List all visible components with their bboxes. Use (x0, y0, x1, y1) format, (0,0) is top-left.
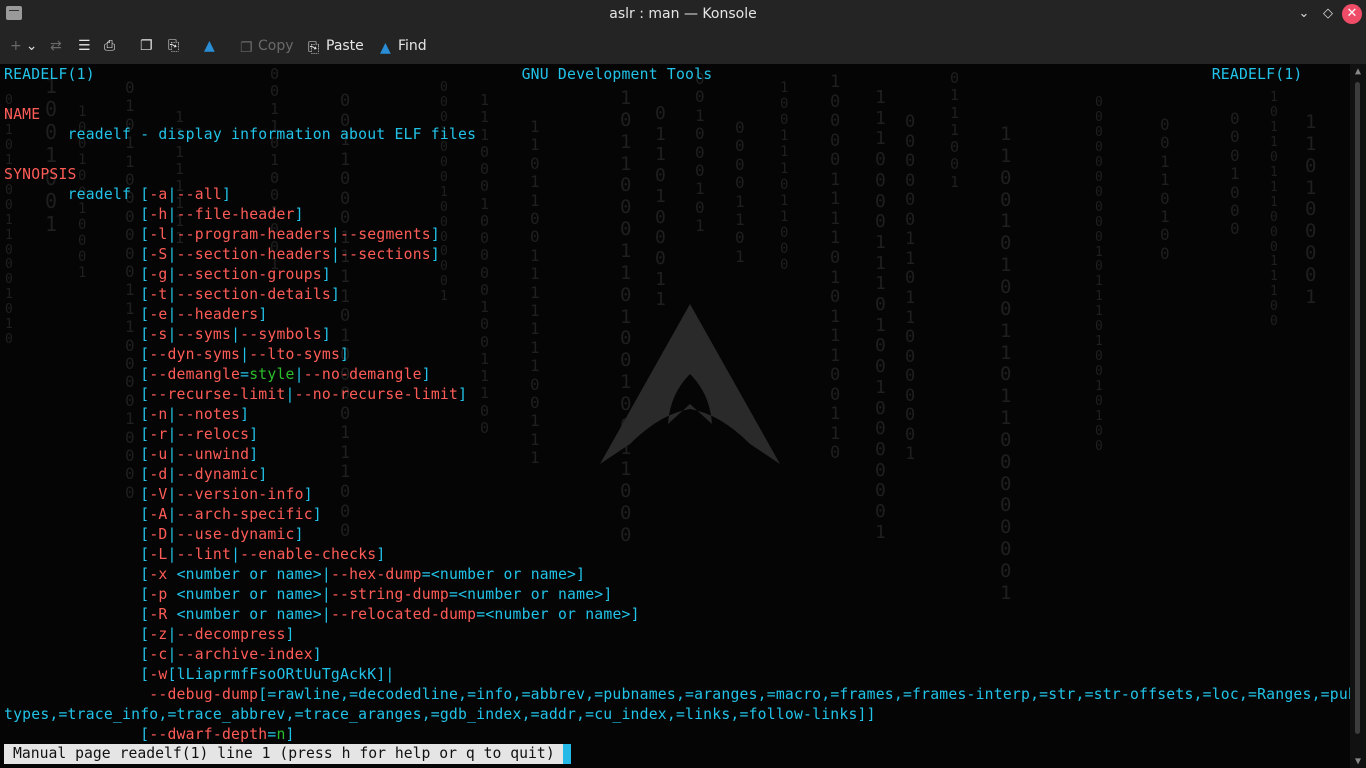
man-page-content: READELF(1) GNU Development Tools READELF… (4, 65, 1350, 745)
command-name: readelf (67, 186, 132, 203)
chevron-down-icon: ⌄ (25, 38, 38, 54)
name-heading: NAME (4, 106, 41, 123)
window-title: aslr : man — Konsole (609, 6, 757, 22)
man-header: READELF(1) GNU Development Tools READELF… (4, 65, 1350, 85)
synopsis-line: [-l|--program-headers|--segments] (140, 226, 440, 243)
synopsis-line: [-S|--section-headers|--sections] (140, 246, 440, 263)
synopsis-line: [-p <number or name>|--string-dump=<numb… (140, 586, 613, 603)
header-left: READELF(1) (4, 66, 95, 83)
synopsis-line: [-x <number or name>|--hex-dump=<number … (140, 566, 586, 583)
terminal-view[interactable]: 0010110011000101010010011001001000101011… (0, 64, 1350, 768)
find-icon: ▲ (380, 40, 391, 56)
synopsis-line: [-s|--syms|--symbols] (140, 326, 331, 343)
clipboard-icon[interactable]: ⎘ (168, 36, 179, 56)
find-button[interactable]: ▲ Find (380, 36, 427, 56)
find-label: Find (398, 38, 427, 54)
copy-button[interactable]: ❐ Copy (240, 36, 294, 56)
scrollbar-thumb[interactable] (1355, 82, 1360, 734)
synopsis-line: [--demangle=style|--no-demangle] (140, 366, 431, 383)
scroll-down-icon[interactable]: ▼ (1353, 756, 1363, 767)
header-center: GNU Development Tools (521, 66, 713, 83)
title-bar: aslr : man — Konsole ⌄ ◇ ✕ (0, 0, 1366, 28)
arch-logo-icon[interactable]: ▲ (204, 36, 215, 56)
scroll-up-icon[interactable]: ▲ (1353, 66, 1363, 77)
toolbar: + ⌄ ⇄ ☰ ⎙ ❐ ⎘ ▲ ❐ Copy ⎘ Paste ▲ Find (0, 28, 1366, 64)
split-view-icon[interactable]: ⇄ (50, 36, 62, 56)
synopsis-line: [-e|--headers] (140, 306, 268, 323)
synopsis-line: [--dwarf-depth=n] (140, 726, 295, 743)
close-icon[interactable]: ✕ (1342, 4, 1362, 24)
synopsis-line: [-g|--section-groups] (140, 266, 331, 283)
copy-label: Copy (258, 38, 294, 54)
synopsis-line: --debug-dump[=rawline,=decodedline,=info… (149, 686, 1350, 703)
pager-status-bar: Manual page readelf(1) line 1 (press h f… (4, 744, 571, 764)
synopsis-line: [-t|--section-details] (140, 286, 341, 303)
synopsis-line: types,=trace_info,=trace_abbrev,=trace_a… (4, 706, 876, 723)
synopsis-line: [-D|--use-dynamic] (140, 526, 304, 543)
synopsis-line: [-n|--notes] (140, 406, 250, 423)
synopsis-line: [-d|--dynamic] (140, 466, 268, 483)
header-right: READELF(1) (1211, 66, 1303, 83)
plus-icon: + (10, 38, 22, 54)
synopsis-line: [-c|--archive-index] (140, 646, 322, 663)
copy-icon: ❐ (240, 40, 253, 56)
name-line: readelf - display information about ELF … (4, 125, 1350, 145)
synopsis-line: [-A|--arch-specific] (140, 506, 322, 523)
copy-screen-icon[interactable]: ❐ (140, 36, 153, 56)
synopsis-heading: SYNOPSIS (4, 166, 77, 183)
print-icon[interactable]: ⎙ (104, 36, 115, 56)
synopsis-line: [--dyn-syms|--lto-syms] (140, 346, 350, 363)
paste-icon: ⎘ (308, 40, 320, 56)
synopsis-line: [-w[lLiaprmfFsoORtUuTgAckK]| (140, 666, 395, 683)
paste-label: Paste (326, 38, 364, 54)
synopsis-line: [-r|--relocs] (140, 426, 259, 443)
synopsis-line: [--recurse-limit|--no-recurse-limit] (140, 386, 468, 403)
synopsis-line: [-V|--version-info] (140, 486, 313, 503)
synopsis-line: [-h|--file-header] (140, 206, 304, 223)
terminal-scrollbar[interactable]: ▲ ▼ (1350, 64, 1366, 768)
name-description: readelf - display information about ELF … (67, 126, 477, 143)
new-tab-button[interactable]: + ⌄ (10, 36, 37, 56)
minimize-icon[interactable]: ⌄ (1294, 4, 1314, 24)
terminal-cursor (562, 744, 571, 764)
synopsis-line: [-R <number or name>|--relocated-dump=<n… (140, 606, 640, 623)
tabs-layout-icon[interactable]: ☰ (78, 36, 91, 56)
maximize-icon[interactable]: ◇ (1318, 4, 1338, 24)
synopsis-line: [-u|--unwind] (140, 446, 259, 463)
paste-button[interactable]: ⎘ Paste (308, 36, 364, 56)
synopsis-line: [-z|--decompress] (140, 626, 295, 643)
status-text: Manual page readelf(1) line 1 (press h f… (13, 745, 555, 762)
synopsis-line: [-L|--lint|--enable-checks] (140, 546, 386, 563)
synopsis-line: readelf [-a|--all] (67, 186, 232, 203)
